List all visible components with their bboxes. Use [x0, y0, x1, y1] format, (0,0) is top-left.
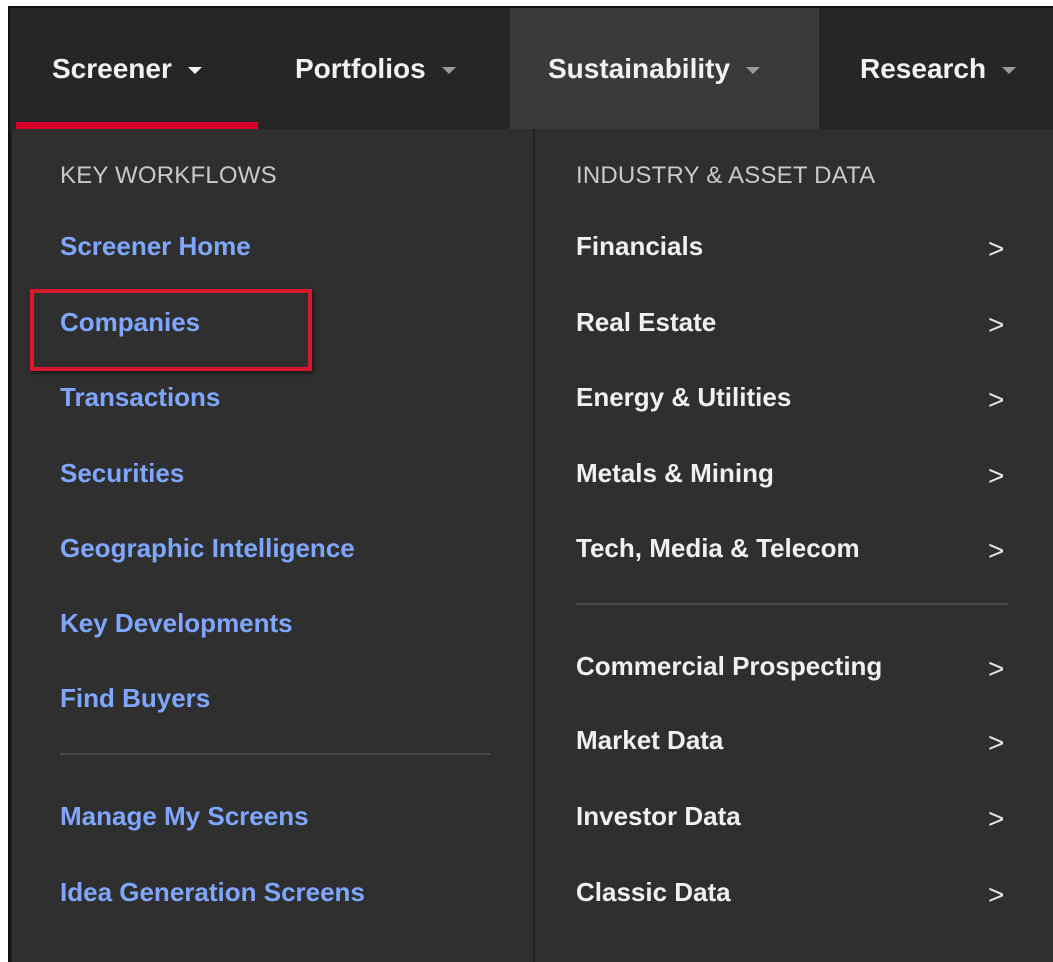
menu-link-key-developments[interactable]: Key Developments	[60, 608, 293, 639]
chevron-right-icon: >	[988, 309, 1005, 340]
menu-item-classic-data[interactable]: Classic Data	[576, 877, 731, 908]
active-tab-indicator	[16, 122, 258, 129]
menu-item-energy-utilities[interactable]: Energy & Utilities	[576, 382, 791, 413]
chevron-right-icon: >	[988, 879, 1005, 910]
nav-sustainability-label: Sustainability	[548, 52, 731, 84]
chevron-right-icon: >	[988, 727, 1005, 758]
menu-item-tech-media-telecom[interactable]: Tech, Media & Telecom	[576, 533, 860, 564]
highlight-annotation-box	[30, 289, 312, 371]
menu-item-financials[interactable]: Financials	[576, 231, 703, 262]
chevron-right-icon: >	[988, 460, 1005, 491]
top-nav: Screener Portfolios Sustainability Resea…	[10, 8, 1053, 129]
app-frame: Screener Portfolios Sustainability Resea…	[8, 6, 1053, 962]
key-workflows-heading: KEY WORKFLOWS	[60, 162, 277, 189]
menu-item-commercial-prospecting[interactable]: Commercial Prospecting	[576, 651, 882, 682]
nav-screener-label: Screener	[52, 52, 172, 84]
left-separator	[60, 753, 490, 755]
caret-down-icon	[441, 67, 456, 74]
caret-down-icon	[187, 67, 202, 74]
chevron-right-icon: >	[988, 384, 1005, 415]
nav-research-label: Research	[860, 52, 987, 84]
dropdown-menu: KEY WORKFLOWS Screener Home Companies Tr…	[10, 129, 1053, 962]
caret-down-icon	[1002, 67, 1017, 74]
nav-research[interactable]: Research	[860, 8, 1017, 129]
nav-portfolios[interactable]: Portfolios	[295, 8, 456, 129]
menu-item-market-data[interactable]: Market Data	[576, 725, 723, 756]
menu-link-find-buyers[interactable]: Find Buyers	[60, 683, 210, 714]
nav-sustainability[interactable]: Sustainability	[510, 8, 819, 129]
chevron-right-icon: >	[988, 535, 1005, 566]
chevron-right-icon: >	[988, 233, 1005, 264]
chevron-right-icon: >	[988, 653, 1005, 684]
menu-link-screener-home[interactable]: Screener Home	[60, 231, 251, 262]
panel-edge	[10, 129, 12, 962]
menu-link-securities[interactable]: Securities	[60, 458, 184, 489]
menu-item-real-estate[interactable]: Real Estate	[576, 307, 716, 338]
menu-item-investor-data[interactable]: Investor Data	[576, 801, 741, 832]
menu-link-transactions[interactable]: Transactions	[60, 382, 220, 413]
right-separator	[576, 603, 1008, 605]
nav-portfolios-label: Portfolios	[295, 52, 426, 84]
industry-asset-data-heading: INDUSTRY & ASSET DATA	[576, 162, 876, 189]
menu-item-metals-mining[interactable]: Metals & Mining	[576, 458, 774, 489]
chevron-right-icon: >	[988, 803, 1005, 834]
nav-screener[interactable]: Screener	[52, 8, 202, 129]
menu-link-manage-my-screens[interactable]: Manage My Screens	[60, 801, 309, 832]
caret-down-icon	[746, 67, 761, 74]
menu-link-idea-generation-screens[interactable]: Idea Generation Screens	[60, 877, 365, 908]
menu-link-geographic-intelligence[interactable]: Geographic Intelligence	[60, 533, 355, 564]
column-divider	[533, 129, 535, 962]
